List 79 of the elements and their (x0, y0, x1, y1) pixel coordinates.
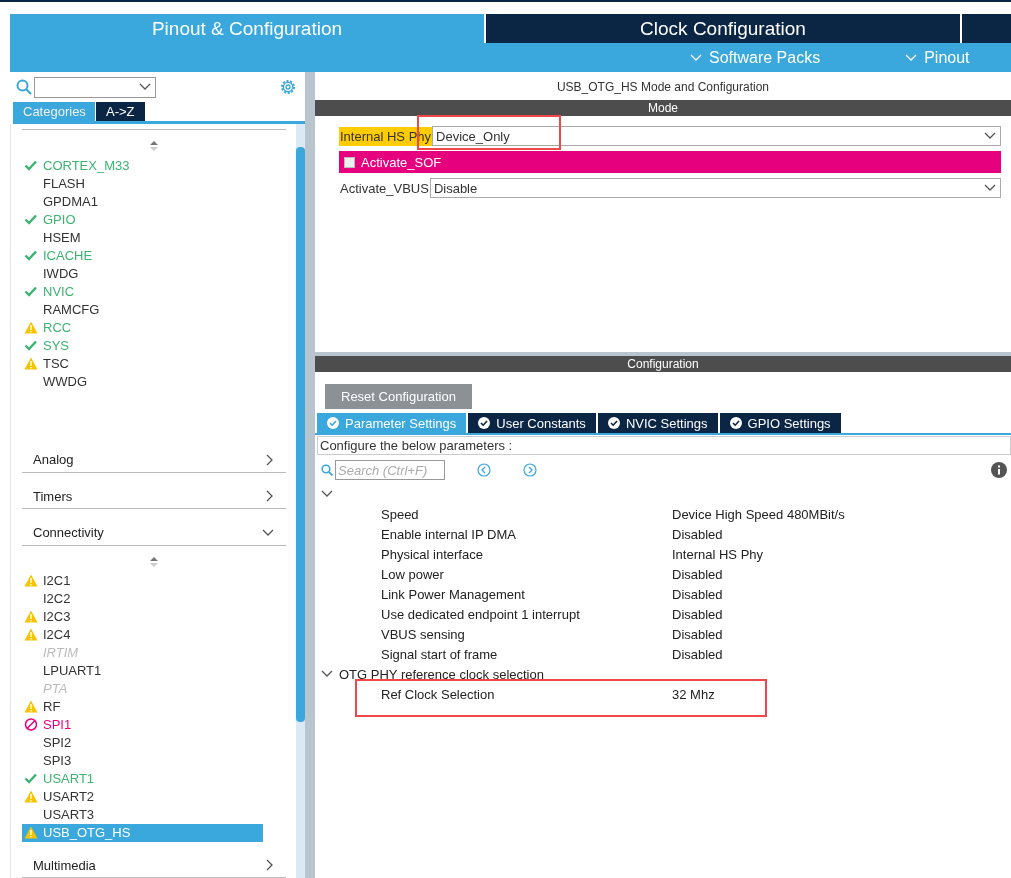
category-header[interactable]: Connectivity (22, 509, 286, 546)
list-item[interactable]: RAMCFG (43, 301, 100, 317)
tab[interactable]: A->Z (96, 102, 145, 121)
scrollbar[interactable] (296, 124, 305, 878)
category-header[interactable]: Analog (22, 436, 286, 473)
list-item[interactable]: I2C4 (22, 625, 263, 644)
parameter-name: Low power (381, 566, 445, 582)
parameter-name: Speed (381, 506, 420, 522)
chevron-down-icon (905, 53, 918, 62)
category-header[interactable]: Timers (22, 472, 286, 509)
checkbox[interactable] (344, 156, 355, 168)
check-circle-icon (607, 417, 620, 429)
parameter-value: Disabled (672, 566, 723, 582)
scroll-arrows-icon (149, 140, 159, 152)
search-field[interactable]: Search (Ctrl+F) (335, 460, 445, 480)
parameter-name: Enable internal IP DMA (381, 526, 517, 542)
chevron-right-icon (266, 490, 274, 503)
parameter-name: Physical interface (381, 546, 484, 562)
parameter-value: 32 Mhz (672, 686, 715, 702)
list-item[interactable]: GPDMA1 (43, 193, 98, 209)
list-item[interactable]: FLASH (43, 175, 85, 191)
hint-text: Configure the below parameters : (317, 436, 1011, 455)
previous-icon[interactable] (477, 463, 491, 477)
info-icon (991, 462, 1007, 478)
category-header[interactable]: Multimedia (22, 841, 286, 878)
dropdown[interactable]: Device_Only (432, 126, 1001, 146)
checkbox-row[interactable]: Activate_SOF (339, 151, 1001, 173)
list-item[interactable]: SPI3 (22, 751, 263, 770)
list-item[interactable]: RF (22, 697, 263, 716)
chevron-down-icon (262, 528, 274, 537)
parameter-value: Disabled (672, 626, 723, 642)
tab[interactable]: Clock Configuration (486, 14, 960, 43)
list-item[interactable]: I2C1 (22, 571, 263, 590)
list-item[interactable]: LPUART1 (22, 661, 263, 680)
check-circle-icon (729, 417, 742, 429)
parameter-name: Signal start of frame (381, 646, 499, 662)
search-icon (321, 464, 333, 476)
panel-title: USB_OTG_HS Mode and Configuration (555, 79, 771, 96)
parameter-name: Ref Clock Selection (381, 686, 496, 702)
field-label: Activate_VBUS (339, 179, 430, 198)
list-item[interactable]: IWDG (43, 265, 79, 281)
chevron-down-icon (984, 132, 996, 140)
parameter-value: Disabled (672, 606, 723, 622)
list-item[interactable]: SPI2 (22, 733, 263, 752)
parameter-name: VBUS sensing (381, 626, 466, 642)
tab[interactable]: GPIO Settings (719, 413, 841, 433)
list-item[interactable]: USART2 (22, 787, 263, 806)
tab[interactable]: NVIC Settings (597, 413, 718, 433)
section-header: Configuration (315, 356, 1011, 372)
dropdown[interactable]: Disable (429, 178, 1001, 198)
search-combo-box[interactable] (34, 76, 156, 98)
group-label: OTG PHY reference clock selection (339, 666, 544, 682)
settings-icon (279, 78, 297, 96)
list-item[interactable]: HSEM (43, 229, 81, 245)
parameter-value: Internal HS Phy (672, 546, 764, 562)
parameter-name: Link Power Management (381, 586, 526, 602)
chevron-down-icon (984, 184, 996, 192)
section-header: Mode (315, 100, 1011, 116)
list-item[interactable]: I2C3 (22, 607, 263, 626)
list-item[interactable]: WWDG (43, 373, 88, 389)
tab[interactable]: User Constants (468, 413, 596, 433)
list-item[interactable]: I2C2 (22, 589, 263, 608)
list-item[interactable]: SPI1 (22, 715, 263, 734)
next-icon[interactable] (523, 463, 537, 477)
check-circle-icon (478, 417, 491, 429)
scroll-arrows-icon (149, 555, 159, 568)
list-item[interactable]: TSC (43, 355, 69, 371)
parameter-value: Disabled (672, 586, 723, 602)
chevron-right-icon (266, 859, 274, 872)
list-item[interactable]: USART3 (22, 805, 263, 824)
check-circle-icon (327, 417, 339, 429)
parameter-value: Disabled (672, 646, 723, 662)
chevron-right-icon (266, 453, 274, 466)
chevron-down-icon (690, 53, 702, 62)
chevron-down-icon (139, 83, 151, 91)
parameter-value: Device High Speed 480MBit/s (672, 506, 845, 522)
parameter-name: Use dedicated endpoint 1 interrupt (381, 606, 581, 622)
parameter-value: Disabled (672, 526, 723, 542)
search-icon (16, 79, 32, 95)
